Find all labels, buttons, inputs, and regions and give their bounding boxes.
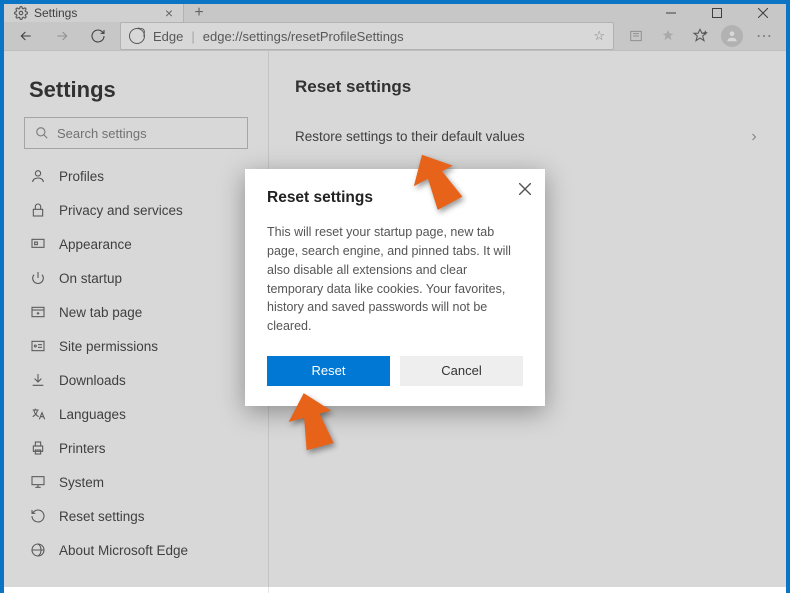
modal-overlay: Reset settings This will reset your star… <box>4 4 786 587</box>
cancel-button[interactable]: Cancel <box>400 356 523 386</box>
annotation-arrow-icon <box>284 392 340 456</box>
browser-window: Settings × + Edge | edge://settings/rese… <box>4 4 786 587</box>
annotation-arrow-icon <box>409 151 465 215</box>
dialog-body: This will reset your startup page, new t… <box>267 223 523 336</box>
reset-button[interactable]: Reset <box>267 356 390 386</box>
reset-dialog: Reset settings This will reset your star… <box>245 169 545 406</box>
dialog-close-button[interactable] <box>519 183 531 195</box>
dialog-title: Reset settings <box>267 189 523 207</box>
